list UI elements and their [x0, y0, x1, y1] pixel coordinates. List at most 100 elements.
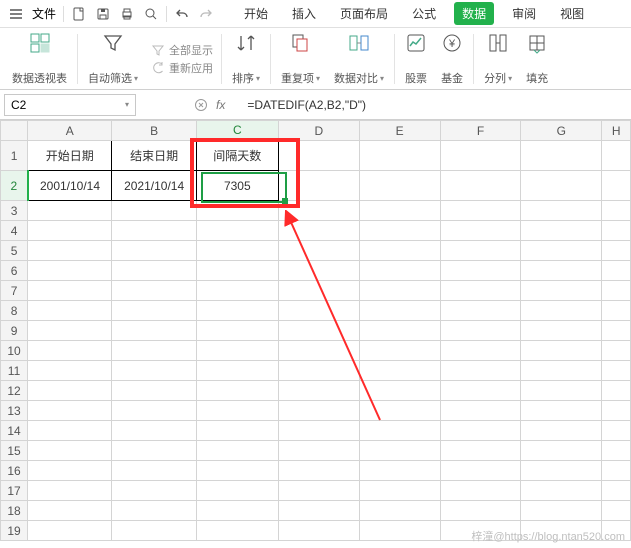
cell[interactable]: [521, 221, 602, 241]
cell[interactable]: [521, 321, 602, 341]
cell[interactable]: [28, 381, 112, 401]
cell[interactable]: [112, 361, 196, 381]
row-header-6[interactable]: 6: [1, 261, 28, 281]
cell[interactable]: [602, 381, 631, 401]
cell[interactable]: [521, 501, 602, 521]
row-header-10[interactable]: 10: [1, 341, 28, 361]
cell[interactable]: [359, 461, 440, 481]
cell[interactable]: [112, 321, 196, 341]
col-header-D[interactable]: D: [278, 121, 359, 141]
stocks-group[interactable]: 股票: [399, 32, 433, 86]
cell[interactable]: [521, 341, 602, 361]
cell[interactable]: [196, 481, 278, 501]
cell[interactable]: [359, 281, 440, 301]
cell[interactable]: [28, 261, 112, 281]
select-all-corner[interactable]: [1, 121, 28, 141]
cell[interactable]: [112, 381, 196, 401]
cell[interactable]: [440, 261, 521, 281]
print-icon[interactable]: [115, 2, 139, 26]
cell[interactable]: [28, 341, 112, 361]
cell[interactable]: [112, 281, 196, 301]
cell[interactable]: [28, 441, 112, 461]
cell[interactable]: [278, 261, 359, 281]
cell[interactable]: [278, 481, 359, 501]
fx-icon[interactable]: fx: [216, 98, 225, 112]
cell[interactable]: [278, 521, 359, 541]
cell[interactable]: [602, 321, 631, 341]
fill-group[interactable]: 填充: [520, 32, 554, 86]
cell[interactable]: [278, 441, 359, 461]
row-header-18[interactable]: 18: [1, 501, 28, 521]
cell[interactable]: [440, 201, 521, 221]
row-header-5[interactable]: 5: [1, 241, 28, 261]
compare-group[interactable]: 数据对比▾: [328, 32, 390, 86]
cell[interactable]: [521, 201, 602, 221]
cell-A1[interactable]: 开始日期: [28, 141, 112, 171]
row-header-7[interactable]: 7: [1, 281, 28, 301]
cell[interactable]: [196, 401, 278, 421]
cell[interactable]: [278, 321, 359, 341]
cell-C1[interactable]: 间隔天数: [196, 141, 278, 171]
tab-insert[interactable]: 插入: [286, 1, 322, 26]
row-header-14[interactable]: 14: [1, 421, 28, 441]
cell[interactable]: [359, 241, 440, 261]
cell[interactable]: [521, 421, 602, 441]
cell-B2[interactable]: 2021/10/14: [112, 171, 196, 201]
cell-D1[interactable]: [278, 141, 359, 171]
formula-text[interactable]: =DATEDIF(A2,B2,"D"): [247, 98, 366, 112]
tab-data[interactable]: 数据: [454, 2, 494, 25]
cell[interactable]: [521, 301, 602, 321]
name-box[interactable]: C2 ▾: [4, 94, 136, 116]
dedup-group[interactable]: 重复项▾: [275, 32, 326, 86]
cell[interactable]: [440, 301, 521, 321]
cell-H2[interactable]: [602, 171, 631, 201]
tab-formula[interactable]: 公式: [406, 1, 442, 26]
cell[interactable]: [440, 321, 521, 341]
cell[interactable]: [112, 241, 196, 261]
cell[interactable]: [359, 501, 440, 521]
cell[interactable]: [196, 241, 278, 261]
cell-E2[interactable]: [359, 171, 440, 201]
cell[interactable]: [28, 221, 112, 241]
tab-layout[interactable]: 页面布局: [334, 1, 394, 26]
cell[interactable]: [521, 401, 602, 421]
new-icon[interactable]: [67, 2, 91, 26]
sort-group[interactable]: 排序▾: [226, 32, 266, 86]
cell[interactable]: [440, 221, 521, 241]
row-header-8[interactable]: 8: [1, 301, 28, 321]
cell[interactable]: [28, 481, 112, 501]
redo-icon[interactable]: [194, 2, 218, 26]
cell[interactable]: [521, 281, 602, 301]
cell[interactable]: [196, 501, 278, 521]
cell[interactable]: [28, 361, 112, 381]
menu-icon[interactable]: [4, 2, 28, 26]
cell[interactable]: [278, 301, 359, 321]
cell[interactable]: [28, 401, 112, 421]
cell[interactable]: [112, 221, 196, 241]
cell[interactable]: [28, 281, 112, 301]
cell[interactable]: [196, 441, 278, 461]
col-header-E[interactable]: E: [359, 121, 440, 141]
cancel-icon[interactable]: [192, 96, 210, 114]
row-header-19[interactable]: 19: [1, 521, 28, 541]
cell-G1[interactable]: [521, 141, 602, 171]
cell[interactable]: [196, 261, 278, 281]
cell[interactable]: [440, 401, 521, 421]
funds-group[interactable]: ¥ 基金: [435, 32, 469, 86]
split-group[interactable]: 分列▾: [478, 32, 518, 86]
cell-E1[interactable]: [359, 141, 440, 171]
cell[interactable]: [196, 521, 278, 541]
row-header-11[interactable]: 11: [1, 361, 28, 381]
cell[interactable]: [112, 261, 196, 281]
reapply-button[interactable]: 重新应用: [150, 60, 213, 76]
cell[interactable]: [196, 281, 278, 301]
cell[interactable]: [28, 521, 112, 541]
cell[interactable]: [440, 501, 521, 521]
cell[interactable]: [359, 481, 440, 501]
tab-view[interactable]: 视图: [554, 1, 590, 26]
cell[interactable]: [602, 221, 631, 241]
file-menu[interactable]: 文件: [28, 5, 60, 22]
cell[interactable]: [440, 461, 521, 481]
cell[interactable]: [196, 361, 278, 381]
cell[interactable]: [28, 461, 112, 481]
